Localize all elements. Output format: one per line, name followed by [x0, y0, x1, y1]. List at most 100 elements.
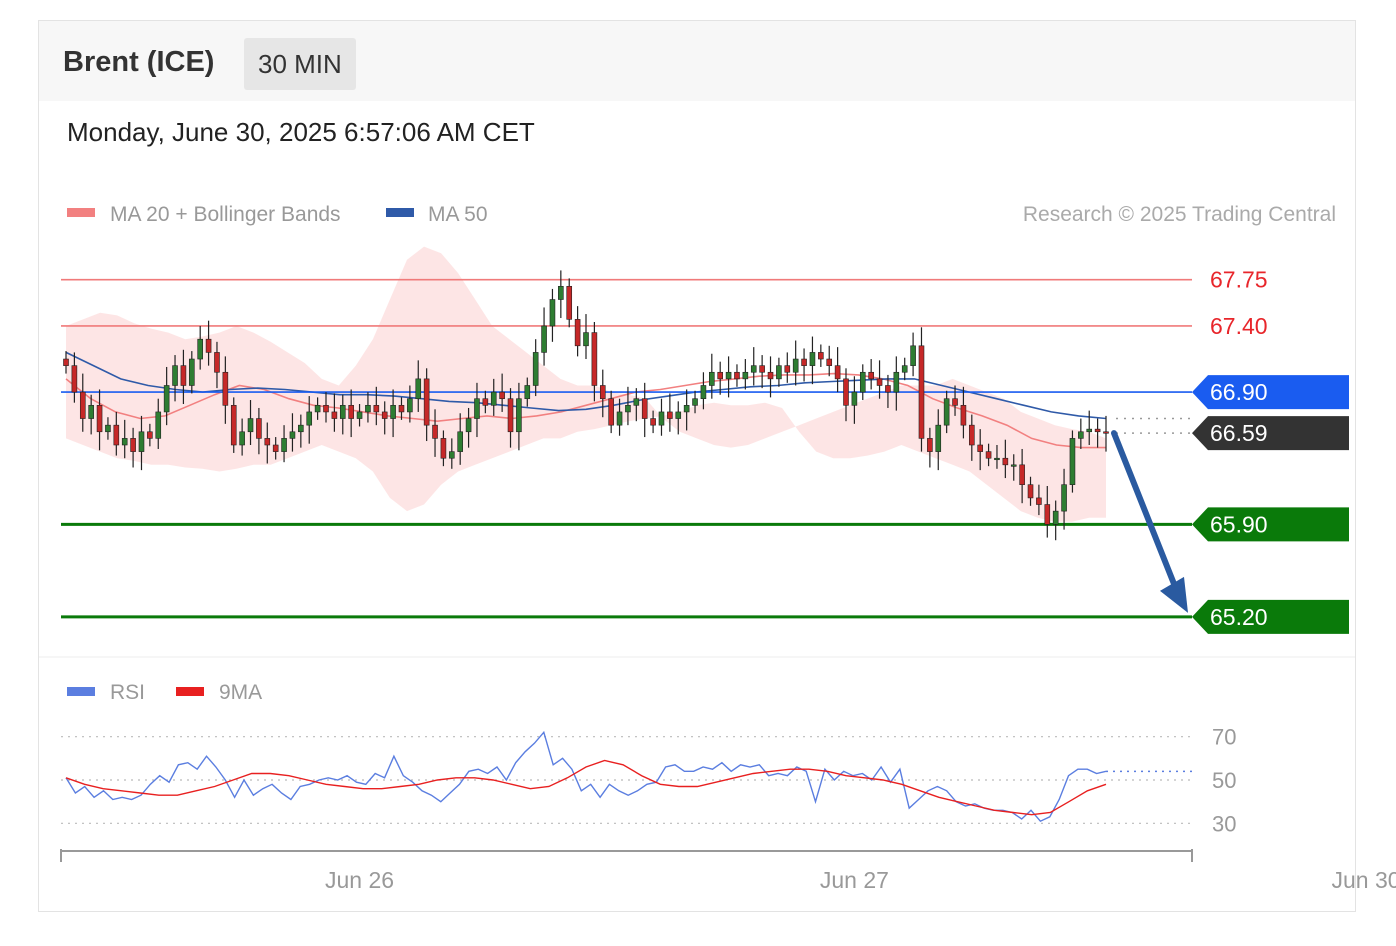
- candle-body: [105, 424, 111, 433]
- candle-body: [423, 378, 430, 426]
- candle-body: [843, 378, 849, 406]
- candle-body: [239, 431, 245, 446]
- candle-body: [1078, 431, 1084, 439]
- resistance-1-label: 67.40: [1210, 313, 1268, 339]
- candle-body: [516, 398, 522, 433]
- ma20-legend-label: MA 20 + Bollinger Bands: [110, 203, 341, 226]
- candle-body: [574, 319, 581, 347]
- candle-body: [1086, 428, 1093, 433]
- candle-body: [155, 411, 162, 439]
- support-1-label: 65.90: [1210, 511, 1268, 537]
- candle-body: [71, 365, 78, 393]
- candle-body: [96, 405, 103, 433]
- candle-body: [851, 391, 858, 406]
- candle-body: [1094, 428, 1101, 433]
- candle-body: [834, 365, 841, 380]
- candle-body: [356, 411, 363, 419]
- candle-body: [499, 391, 505, 400]
- candle-body: [767, 371, 774, 380]
- candle-body: [969, 424, 975, 446]
- candle-body: [918, 345, 925, 439]
- candle-body: [667, 411, 673, 419]
- candle-body: [985, 451, 992, 459]
- candle-body: [599, 385, 606, 400]
- candle-body: [331, 411, 338, 419]
- candle-body: [407, 398, 413, 413]
- bollinger-band-layer: [66, 246, 1106, 522]
- research-credit: Research © 2025 Trading Central: [1023, 203, 1336, 226]
- rsi-line: [65, 730, 1107, 823]
- rsi-legend-swatch: [67, 687, 95, 696]
- bollinger-band-area: [66, 246, 1106, 522]
- candle-body: [859, 371, 866, 393]
- candle-body: [776, 365, 782, 380]
- forecast-arrow-shaft: [1111, 430, 1179, 592]
- candle-body: [893, 371, 900, 393]
- candle-body: [1036, 497, 1042, 505]
- candle-body: [658, 411, 665, 426]
- candle-body: [558, 285, 564, 300]
- candle-body: [272, 444, 279, 452]
- candle-body: [130, 438, 136, 452]
- candle-body: [994, 457, 1000, 461]
- candle-body: [197, 338, 203, 360]
- candle-body: [348, 405, 354, 419]
- candle-body: [440, 438, 447, 459]
- candle-body: [826, 358, 833, 366]
- candle-body: [759, 365, 765, 373]
- candle-body: [79, 391, 86, 419]
- candle-body: [692, 398, 698, 406]
- candle-body: [482, 398, 489, 406]
- level-labels-layer: 67.75 67.40 66.90 66.59 65.90 65.20: [1192, 267, 1349, 634]
- candle-body: [247, 418, 254, 433]
- candle-body: [1061, 484, 1067, 512]
- candle-body: [490, 391, 497, 406]
- candle-body: [449, 451, 455, 459]
- candle-body: [591, 332, 598, 386]
- candle-body: [474, 398, 480, 419]
- candle-body: [373, 405, 380, 413]
- candle-body: [323, 405, 329, 413]
- candle-body: [910, 345, 916, 366]
- ma9-legend-label: 9MA: [219, 681, 262, 704]
- candle-body: [784, 365, 791, 373]
- candle-body: [901, 365, 908, 373]
- candle-body: [683, 405, 690, 413]
- ma50-legend-swatch: [386, 208, 414, 217]
- candle-body: [180, 365, 187, 386]
- candle-body: [927, 438, 933, 452]
- candle-body: [189, 358, 195, 386]
- candle-body: [465, 418, 472, 433]
- candle-body: [675, 411, 682, 419]
- candle-body: [230, 405, 237, 446]
- candle-body: [256, 418, 262, 439]
- candle-body: [935, 424, 942, 452]
- pivot-label: 66.90: [1210, 379, 1268, 405]
- candle-body: [876, 378, 883, 386]
- candle-body: [532, 352, 539, 386]
- candle-body: [625, 405, 631, 413]
- candle-body: [1069, 438, 1076, 485]
- candle-body: [750, 365, 757, 373]
- candle-body: [650, 418, 656, 426]
- candle-body: [281, 438, 287, 452]
- candle-body: [742, 371, 749, 380]
- candle-body: [734, 371, 740, 380]
- candle-body: [885, 385, 891, 393]
- candle-body: [147, 431, 153, 439]
- candle-body: [415, 378, 422, 400]
- candle-body: [717, 371, 723, 380]
- time-tick-label: Jun 30: [1331, 867, 1396, 893]
- candle-body: [88, 405, 94, 419]
- candle-body: [952, 398, 958, 406]
- candle-body: [792, 358, 799, 373]
- candle-body: [121, 438, 128, 446]
- candle-body: [641, 398, 648, 419]
- candle-body: [264, 438, 271, 446]
- candle-body: [365, 405, 371, 413]
- rsi-layer: 70 50 30: [61, 725, 1236, 836]
- candle-body: [390, 405, 396, 419]
- candle-body: [868, 371, 874, 380]
- candle-body: [583, 332, 589, 347]
- candle-body: [977, 444, 983, 452]
